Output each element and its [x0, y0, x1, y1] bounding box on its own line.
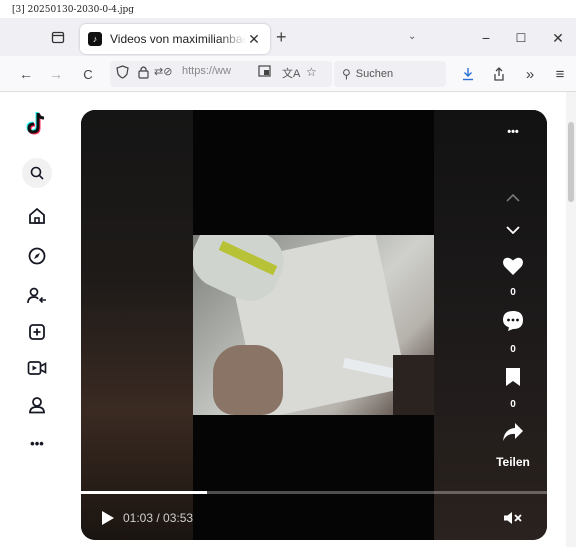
list-all-tabs-icon[interactable]: ⌄ [408, 31, 416, 42]
shield-icon[interactable] [116, 65, 129, 82]
new-tab-button[interactable]: + [276, 28, 287, 46]
share-label: Teilen [496, 455, 530, 469]
home-icon[interactable] [24, 203, 50, 229]
app-menu-icon[interactable]: ≡ [550, 64, 570, 84]
back-button[interactable]: ← [16, 64, 36, 84]
tab-tiktok-videos[interactable]: ♪ Videos von maximilianbaehring ✕ [80, 24, 270, 54]
search-icon: ⚲ [342, 67, 351, 81]
muted-speaker-icon[interactable] [501, 508, 525, 528]
minimize-button[interactable]: − [476, 28, 496, 48]
share-page-icon[interactable] [489, 64, 509, 84]
extensions-overflow-icon[interactable]: » [520, 64, 540, 84]
duration: 03:53 [163, 511, 194, 525]
video-time-display: 01:03 / 03:53 [123, 511, 193, 525]
like-heart-icon[interactable] [500, 254, 526, 278]
live-video-icon[interactable] [24, 355, 50, 381]
tab-list-icon[interactable] [48, 27, 68, 47]
profile-icon[interactable] [24, 392, 50, 418]
downloads-icon[interactable] [458, 64, 478, 84]
next-video-icon[interactable] [501, 220, 525, 240]
tab-close-icon[interactable]: ✕ [246, 31, 262, 47]
translate-icon[interactable]: 文A [282, 65, 300, 81]
tiktok-favicon-icon: ♪ [88, 32, 102, 46]
like-count: 0 [510, 287, 516, 298]
video-progress-bar[interactable] [81, 491, 547, 494]
following-icon[interactable] [24, 283, 50, 309]
page-scrollbar[interactable] [566, 92, 576, 547]
reload-button[interactable]: C [78, 64, 98, 84]
tab-bar: ♪ Videos von maximilianbaehring ✕ + ⌄ − … [0, 18, 576, 56]
close-window-button[interactable]: ✕ [548, 28, 568, 48]
save-count: 0 [510, 399, 516, 410]
tiktok-sidebar: ••• [0, 92, 72, 547]
video-backdrop-left [81, 110, 193, 540]
share-arrow-icon[interactable] [500, 420, 526, 444]
comment-count: 0 [510, 344, 516, 355]
video-player[interactable]: ••• 0 0 0 Teilen 01:03 / 03:53 [81, 110, 547, 540]
tab-title: Videos von maximilianbaehring [110, 32, 246, 46]
search-placeholder: Suchen [355, 68, 394, 80]
tiktok-logo-icon[interactable] [24, 110, 50, 136]
bookmark-star-icon[interactable]: ☆ [306, 65, 317, 79]
current-time: 01:03 [123, 511, 154, 525]
video-hand [213, 345, 283, 415]
save-bookmark-icon[interactable] [502, 365, 524, 389]
search-field[interactable]: ⚲ Suchen [334, 61, 446, 87]
upload-plus-icon[interactable] [24, 319, 50, 345]
previous-video-icon[interactable] [501, 188, 525, 208]
scrollbar-thumb[interactable] [568, 122, 574, 202]
video-progress-fill [81, 491, 207, 494]
video-frame[interactable] [193, 235, 434, 415]
comment-icon[interactable] [500, 309, 526, 333]
more-icon[interactable]: ••• [24, 430, 50, 456]
video-backdrop-right [434, 110, 547, 540]
lock-icon[interactable] [138, 65, 149, 82]
permissions-icon[interactable]: ⇄⊘ [154, 65, 172, 78]
sidebar-search-icon[interactable] [22, 158, 52, 188]
time-separator: / [153, 511, 164, 525]
explore-compass-icon[interactable] [24, 243, 50, 269]
forward-button[interactable]: → [46, 64, 66, 84]
reader-view-icon[interactable] [258, 65, 271, 80]
navigation-bar: ← → C ⇄⊘ https://ww 文A ☆ ⚲ Suchen » ≡ [0, 56, 576, 92]
url-bar[interactable]: ⇄⊘ https://ww 文A ☆ [110, 61, 332, 87]
play-icon[interactable] [99, 508, 117, 528]
video-shadow [393, 355, 434, 415]
url-text[interactable]: https://ww [182, 65, 231, 77]
image-caption: [3] 20250130-2030-0-4.jpg [0, 0, 576, 18]
more-options-icon[interactable]: ••• [495, 122, 531, 142]
maximize-button[interactable]: ☐ [511, 28, 531, 48]
